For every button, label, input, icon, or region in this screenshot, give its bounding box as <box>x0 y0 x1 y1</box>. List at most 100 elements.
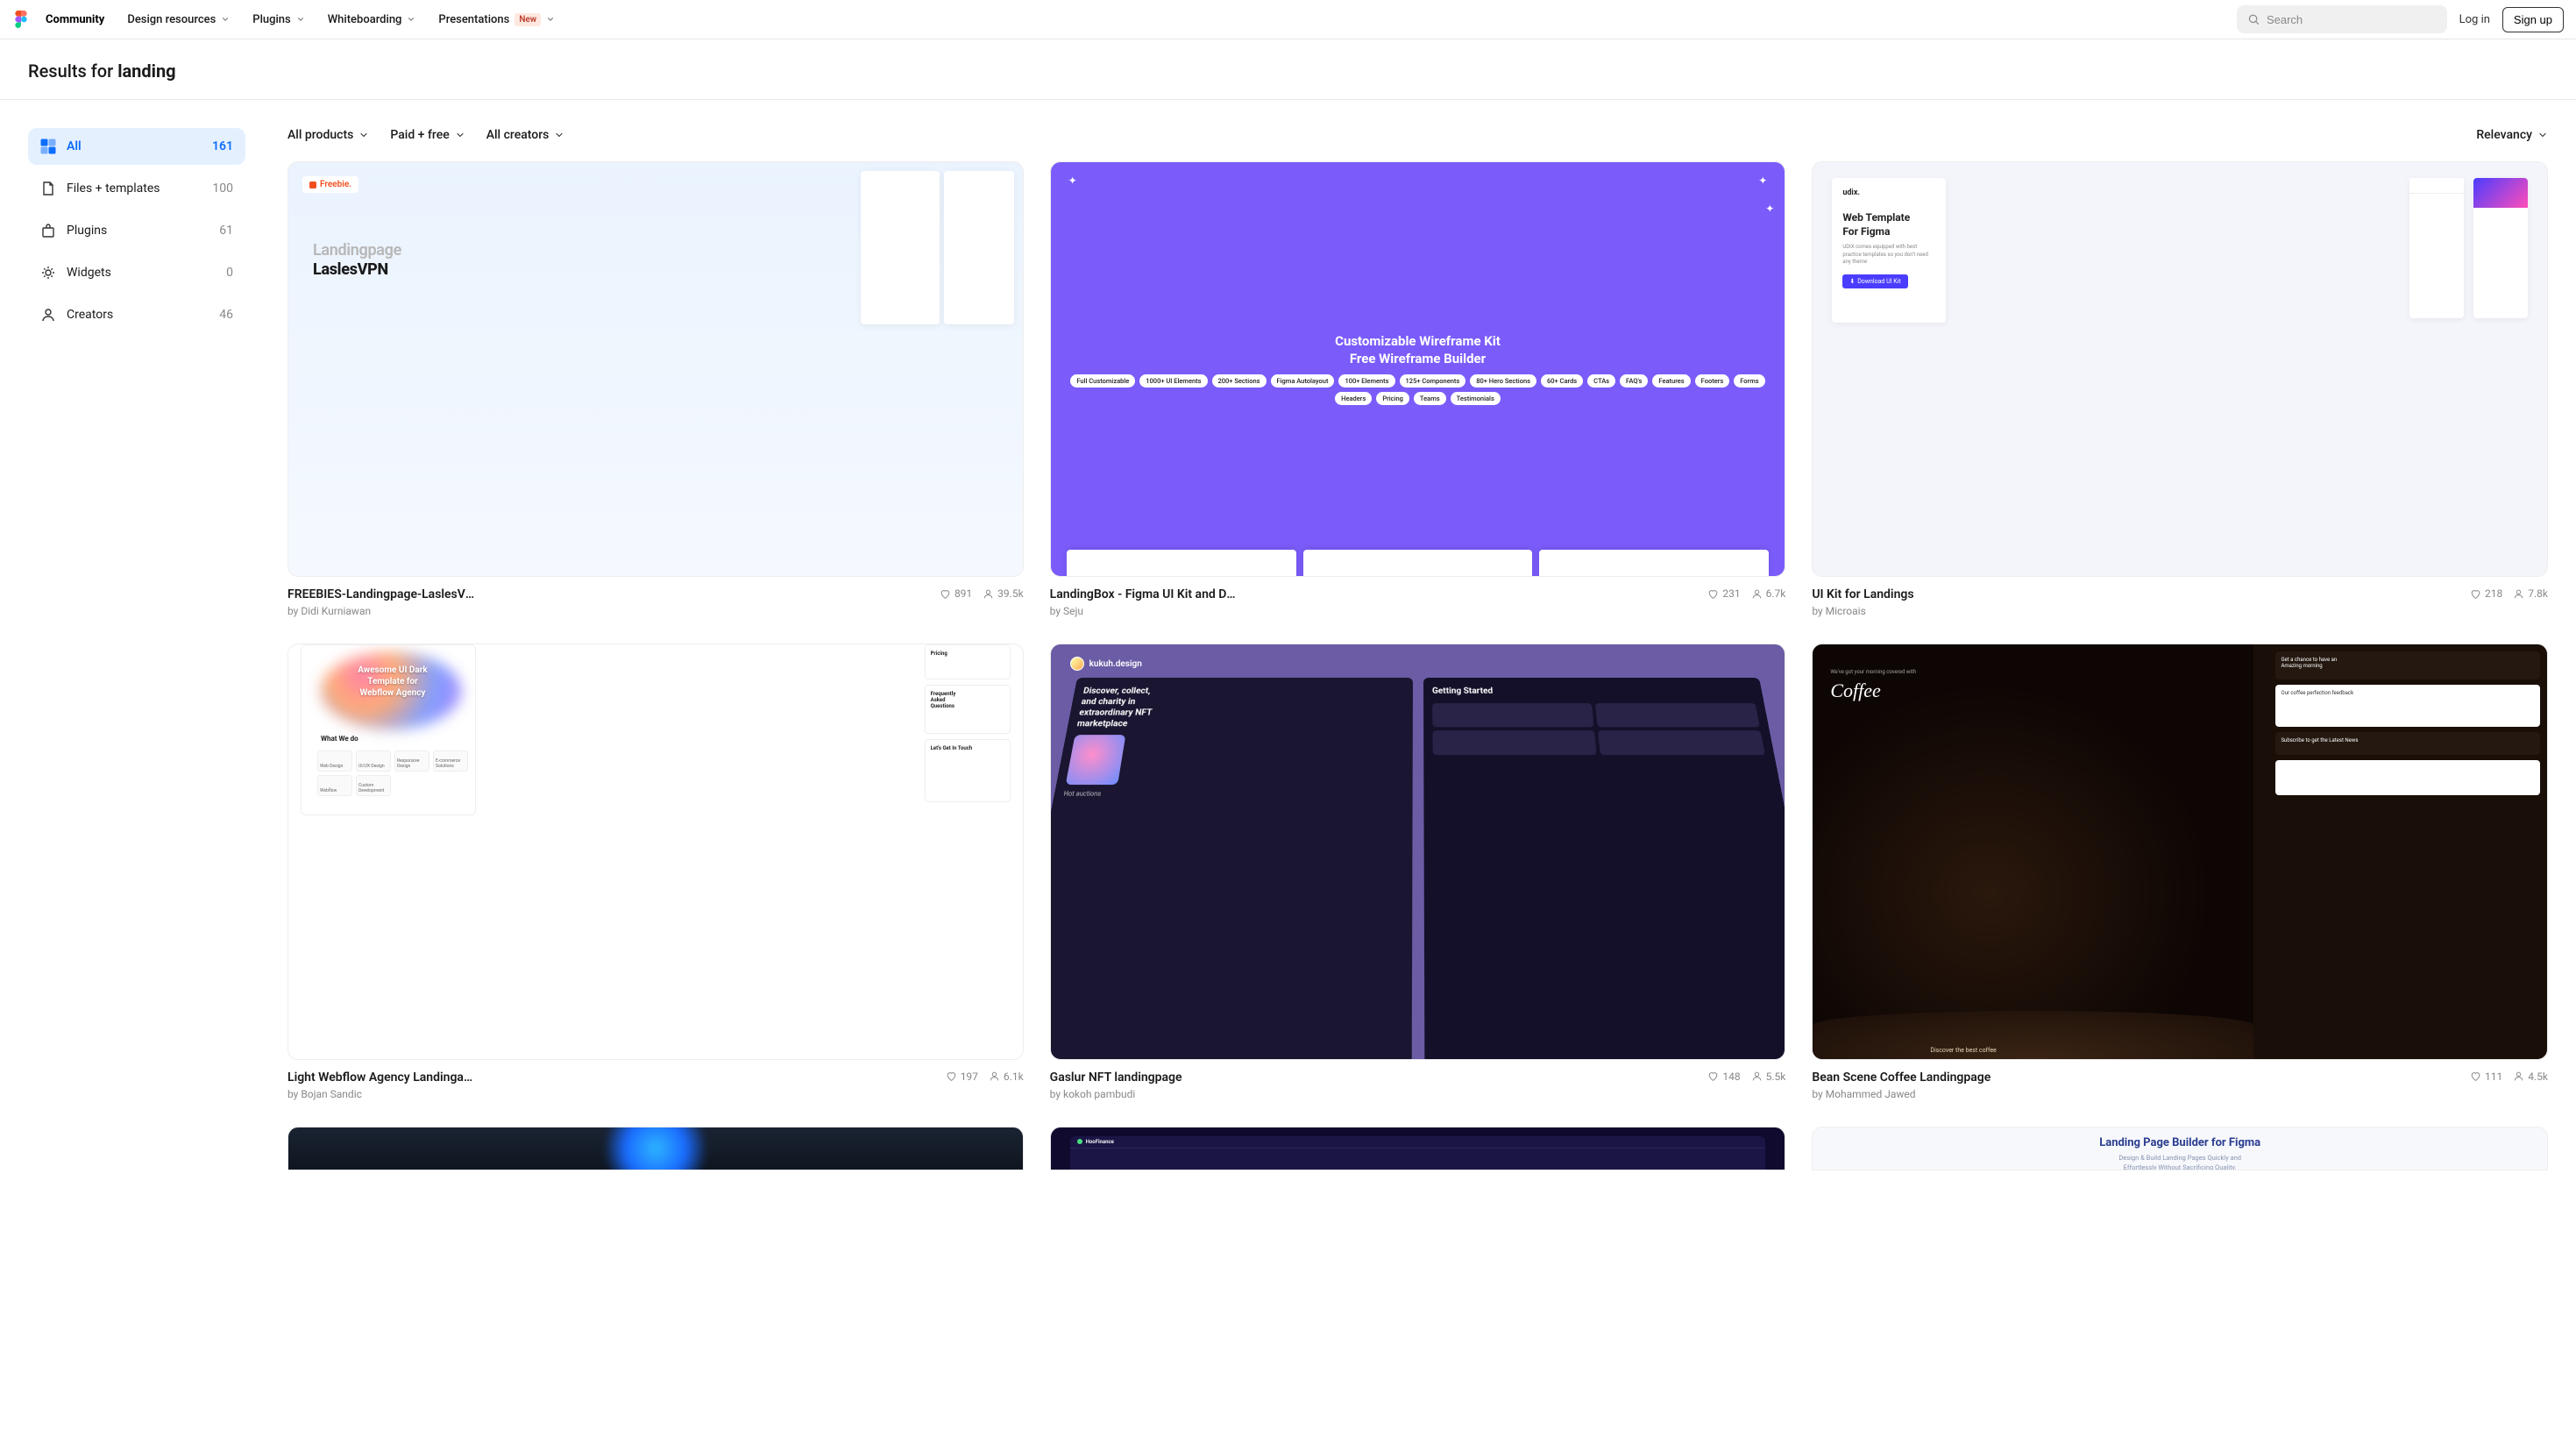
result-card[interactable]: ✦ ✦ ✦ Customizable Wireframe Kit Free Wi… <box>1050 161 1786 617</box>
card-meta: Light Webflow Agency Landingage… by Boja… <box>287 1070 1024 1100</box>
chevron-down-icon <box>221 15 230 24</box>
nav-item-plugins[interactable]: Plugins <box>252 13 304 26</box>
sidebar-item-label: Creators <box>67 308 113 322</box>
thumb-chips: Full Customizable1000+ UI Elements200+ S… <box>1068 374 1768 405</box>
likes-stat: 148 <box>1707 1070 1740 1083</box>
thumb-grid-item: Custom Development <box>356 775 391 796</box>
thumb-grid-item: UI/UX Design <box>356 750 391 772</box>
card-title: UI Kit for Landings <box>1812 587 1913 601</box>
search-input[interactable] <box>2267 13 2437 26</box>
thumb-badge: Freebie. <box>302 176 358 193</box>
main-content: All 161 Files + templates 100 Plugins 61… <box>0 100 2576 1198</box>
person-icon <box>2513 588 2524 600</box>
card-author: by Microais <box>1812 605 1913 617</box>
thumb-hero-text: Awesome UI Dark Template for Webflow Age… <box>331 665 454 699</box>
login-link[interactable]: Log in <box>2459 13 2490 26</box>
result-card[interactable]: Awesome UI Dark Template for Webflow Age… <box>287 644 1024 1099</box>
sidebar-item-creators[interactable]: Creators 46 <box>28 296 245 333</box>
card-meta: FREEBIES-Landingpage-LaslesVPN by Didi K… <box>287 587 1024 617</box>
card-meta: UI Kit for Landings by Microais 218 7.8k <box>1812 587 2548 617</box>
top-nav: Community Design resources Plugins White… <box>0 0 2576 39</box>
sidebar-item-count: 0 <box>226 266 233 280</box>
result-card[interactable]: We've got your morning covered with Coff… <box>1812 644 2548 1099</box>
thumb-brand: udix. <box>1842 188 1935 197</box>
results-bar: Results for landing <box>0 39 2576 100</box>
sidebar-item-all[interactable]: All 161 <box>28 128 245 165</box>
filter-label: Paid + free <box>390 128 449 142</box>
thumb-chip: FAQ's <box>1620 374 1648 388</box>
card-stats: 231 6.7k <box>1707 587 1785 600</box>
sidebar-item-count: 161 <box>212 139 233 153</box>
thumb-logo-text: Coffee <box>1830 679 1880 702</box>
sidebar-item-count: 100 <box>212 181 233 196</box>
content-area: All products Paid + free All creators Re… <box>287 128 2548 1170</box>
heart-icon <box>1707 1070 1719 1082</box>
nav-item-design-resources[interactable]: Design resources <box>127 13 230 26</box>
chevron-down-icon <box>455 130 465 140</box>
filter-price[interactable]: Paid + free <box>390 128 465 142</box>
thumb-subtext: We've got your morning covered with <box>1830 669 1916 675</box>
card-author: by Didi Kurniawan <box>287 605 476 617</box>
nav-item-label: Presentations <box>438 13 509 26</box>
thumb-heading: Landing Page Builder for Figma <box>2099 1136 2260 1149</box>
chevron-down-icon <box>2537 130 2548 140</box>
thumb-chip: Footers <box>1695 374 1730 388</box>
heart-icon <box>2470 588 2481 600</box>
nav-item-presentations[interactable]: Presentations New <box>438 13 555 26</box>
filter-sort[interactable]: Relevancy <box>2476 128 2548 142</box>
result-card[interactable] <box>287 1127 1024 1170</box>
nav-right: Log in Sign up <box>2237 5 2564 33</box>
card-title: FREEBIES-Landingpage-LaslesVPN <box>287 587 476 601</box>
users-stat: 6.7k <box>1751 587 1786 600</box>
users-stat: 6.1k <box>989 1070 1024 1083</box>
new-badge: New <box>514 13 541 26</box>
card-meta: Bean Scene Coffee Landingpage by Mohamme… <box>1812 1070 2548 1100</box>
nav-item-whiteboarding[interactable]: Whiteboarding <box>328 13 416 26</box>
thumb-chip: Headers <box>1335 392 1372 405</box>
result-card[interactable]: udix. Web Template For Figma UDIX comes … <box>1812 161 2548 617</box>
sparkle-icon: ✦ <box>1758 174 1767 187</box>
users-stat: 7.8k <box>2513 587 2548 600</box>
thumb-heading: Customizable Wireframe Kit Free Wirefram… <box>1335 333 1501 367</box>
result-card[interactable]: Landing Page Builder for Figma Design & … <box>1812 1127 2548 1170</box>
sidebar-item-plugins[interactable]: Plugins 61 <box>28 212 245 249</box>
thumb-section-label: What We do <box>321 735 358 743</box>
widget-icon <box>40 265 56 281</box>
card-title: Bean Scene Coffee Landingpage <box>1812 1070 1991 1085</box>
heart-icon <box>2470 1070 2481 1082</box>
thumb-chip: 100+ Elements <box>1338 374 1394 388</box>
sidebar-item-count: 46 <box>219 308 233 322</box>
thumb-chip: Figma Autolayout <box>1271 374 1335 388</box>
search-box[interactable] <box>2237 5 2447 33</box>
thumb-chip: 125+ Components <box>1400 374 1466 388</box>
sidebar-item-files[interactable]: Files + templates 100 <box>28 170 245 207</box>
filter-creators[interactable]: All creators <box>486 128 565 142</box>
heart-icon <box>946 1070 957 1082</box>
result-card[interactable]: HooFinance <box>1050 1127 1786 1170</box>
chevron-down-icon <box>554 130 564 140</box>
nav-brand[interactable]: Community <box>46 13 104 26</box>
filter-products[interactable]: All products <box>287 128 369 142</box>
card-thumbnail: HooFinance <box>1050 1127 1786 1170</box>
signup-button[interactable]: Sign up <box>2502 7 2564 32</box>
person-icon <box>983 588 994 600</box>
card-author: by Mohammed Jawed <box>1812 1088 1991 1100</box>
card-stats: 148 5.5k <box>1707 1070 1785 1083</box>
grid-icon <box>40 139 56 154</box>
sparkle-icon: ✦ <box>1068 174 1077 187</box>
results-prefix: Results for <box>28 60 117 82</box>
sidebar-item-label: Widgets <box>67 266 111 280</box>
result-card[interactable]: Freebie. Landingpage LaslesVPN FREEBIES-… <box>287 161 1024 617</box>
card-stats: 197 6.1k <box>946 1070 1024 1083</box>
heart-icon <box>940 588 951 600</box>
nav-item-label: Whiteboarding <box>328 13 402 26</box>
sidebar-item-widgets[interactable]: Widgets 0 <box>28 254 245 291</box>
result-card[interactable]: kukuh.design Discover, collect, and char… <box>1050 644 1786 1099</box>
plugin-icon <box>40 223 56 238</box>
users-stat: 39.5k <box>983 587 1023 600</box>
figma-logo-icon[interactable] <box>12 11 30 28</box>
likes-stat: 218 <box>2470 587 2502 600</box>
thumb-subtext: UDIX comes equipped with best practice t… <box>1842 244 1935 266</box>
thumb-text: LaslesVPN <box>313 260 388 279</box>
card-thumbnail <box>287 1127 1024 1170</box>
